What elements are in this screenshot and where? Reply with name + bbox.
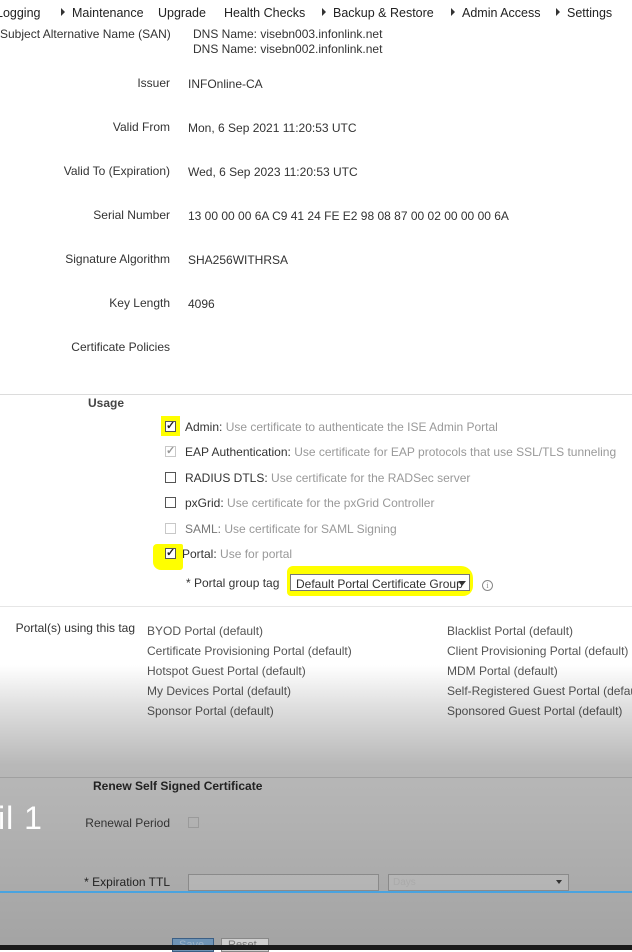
portal-list-item: Client Provisioning Portal (default) (447, 644, 629, 658)
usage-divider (0, 394, 632, 395)
radius-dtls-option: RADIUS DTLS: Use certificate for the RAD… (185, 471, 470, 485)
pxgrid-checkbox[interactable] (165, 497, 176, 508)
portal-list-item: Self-Registered Guest Portal (default) (447, 684, 632, 698)
top-menu-bar: Logging Maintenance Upgrade Health Check… (0, 0, 632, 26)
expiration-ttl-label: * Expiration TTL (84, 875, 170, 889)
menu-backup-restore-label: Backup & Restore (333, 6, 434, 20)
pxgrid-option-desc: Use certificate for the pxGrid Controlle… (227, 496, 435, 510)
portal-list-item: Sponsor Portal (default) (147, 704, 274, 718)
saml-option: SAML: Use certificate for SAML Signing (185, 522, 397, 536)
issuer-label: Issuer (137, 76, 170, 90)
menu-admin-access[interactable]: Admin Access (451, 6, 541, 20)
radius-option-desc: Use certificate for the RADSec server (271, 471, 471, 485)
menu-health-checks-label: Health Checks (224, 6, 306, 20)
serial-number-label: Serial Number (93, 208, 170, 222)
key-length-value: 4096 (188, 297, 215, 311)
key-length-label: Key Length (109, 296, 170, 310)
video-progress-line (0, 891, 632, 893)
portal-list-item: Blacklist Portal (default) (447, 624, 574, 638)
radius-option-name: RADIUS DTLS: (185, 471, 268, 485)
eap-authentication-checkbox (165, 444, 176, 457)
portal-option-name: Portal: (182, 547, 217, 561)
portal-group-tag-select[interactable]: Default Portal Certificate Group (290, 574, 470, 591)
portal-option-desc: Use for portal (220, 547, 293, 561)
signature-algorithm-value: SHA256WITHRSA (188, 253, 289, 267)
valid-to-value: Wed, 6 Sep 2023 11:20:53 UTC (188, 165, 358, 179)
serial-number-value: 13 00 00 00 6A C9 41 24 FE E2 98 08 87 0… (188, 209, 509, 223)
renew-divider (0, 777, 632, 778)
menu-maintenance-label: Maintenance (72, 6, 144, 20)
saml-option-name: SAML: (185, 522, 222, 536)
portal-list-item: Hotspot Guest Portal (default) (147, 664, 306, 678)
caret-right-icon (322, 8, 326, 16)
admin-option: Admin: Use certificate to authenticate t… (185, 420, 498, 434)
saml-checkbox (165, 523, 176, 534)
menu-upgrade[interactable]: Upgrade (158, 6, 206, 20)
menu-settings[interactable]: Settings (556, 6, 612, 20)
caret-right-icon (451, 8, 455, 16)
menu-maintenance[interactable]: Maintenance (61, 6, 144, 20)
portal-list-item: Sponsored Guest Portal (default) (447, 704, 623, 718)
portal-list-item: MDM Portal (default) (447, 664, 558, 678)
valid-from-value: Mon, 6 Sep 2021 11:20:53 UTC (188, 121, 357, 135)
eap-authentication-option: EAP Authentication: Use certificate for … (185, 445, 616, 459)
signature-algorithm-label: Signature Algorithm (65, 252, 170, 266)
usage-title: Usage (88, 396, 125, 410)
menu-health-checks[interactable]: Health Checks (224, 6, 305, 20)
portal-list-item: Certificate Provisioning Portal (default… (147, 644, 352, 658)
san-label: Subject Alternative Name (SAN) (0, 27, 171, 41)
menu-upgrade-label: Upgrade (158, 6, 206, 20)
portal-group-tag-value: Default Portal Certificate Group (296, 577, 463, 591)
menu-admin-access-label: Admin Access (462, 6, 541, 20)
dropdown-arrow-icon (458, 581, 466, 586)
san-value-2: DNS Name: visebn002.infonlink.net (193, 42, 383, 56)
overlay-caption-text: il 1 (0, 800, 43, 836)
eap-option-desc: Use certificate for EAP protocols that u… (294, 445, 617, 459)
admin-option-name: Admin: (185, 420, 223, 434)
valid-to-label: Valid To (Expiration) (63, 164, 170, 178)
admin-option-desc: Use certificate to authenticate the ISE … (225, 420, 498, 434)
portal-list-item: BYOD Portal (default) (147, 624, 264, 638)
valid-from-label: Valid From (112, 120, 170, 134)
issuer-value: INFOnline-CA (188, 77, 263, 91)
portal-checkbox[interactable] (165, 546, 176, 559)
admin-checkbox[interactable] (165, 419, 176, 432)
pxgrid-option: pxGrid: Use certificate for the pxGrid C… (185, 496, 434, 510)
saml-option-desc: Use certificate for SAML Signing (224, 522, 397, 536)
dropdown-arrow-icon (556, 880, 562, 884)
renew-section-title: Renew Self Signed Certificate (93, 779, 263, 793)
expiration-ttl-unit-select[interactable]: Days (388, 874, 569, 891)
portals-using-tag-label: Portal(s) using this tag (15, 621, 135, 635)
info-icon[interactable]: i (482, 580, 493, 591)
portal-group-tag-label: * Portal group tag (186, 576, 280, 590)
caret-right-icon (61, 8, 65, 16)
renewal-period-label: Renewal Period (85, 816, 170, 830)
portal-option: Portal: Use for portal (182, 547, 292, 561)
certificate-policies-label: Certificate Policies (71, 340, 170, 354)
menu-logging[interactable]: Logging (0, 6, 41, 20)
portals-divider (0, 606, 632, 607)
menu-settings-label: Settings (567, 6, 613, 20)
expiration-ttl-input[interactable] (188, 874, 379, 891)
radius-dtls-checkbox[interactable] (165, 472, 176, 483)
ttl-unit-value: Days (393, 877, 416, 888)
bottom-bar (0, 945, 632, 950)
eap-option-name: EAP Authentication: (185, 445, 291, 459)
renewal-period-checkbox[interactable] (188, 817, 199, 828)
caret-right-icon (556, 8, 560, 16)
portal-list-item: My Devices Portal (default) (147, 684, 292, 698)
menu-backup-restore[interactable]: Backup & Restore (322, 6, 434, 20)
san-value-1: DNS Name: visebn003.infonlink.net (193, 27, 383, 41)
menu-logging-label: Logging (0, 6, 41, 20)
pxgrid-option-name: pxGrid: (185, 496, 224, 510)
